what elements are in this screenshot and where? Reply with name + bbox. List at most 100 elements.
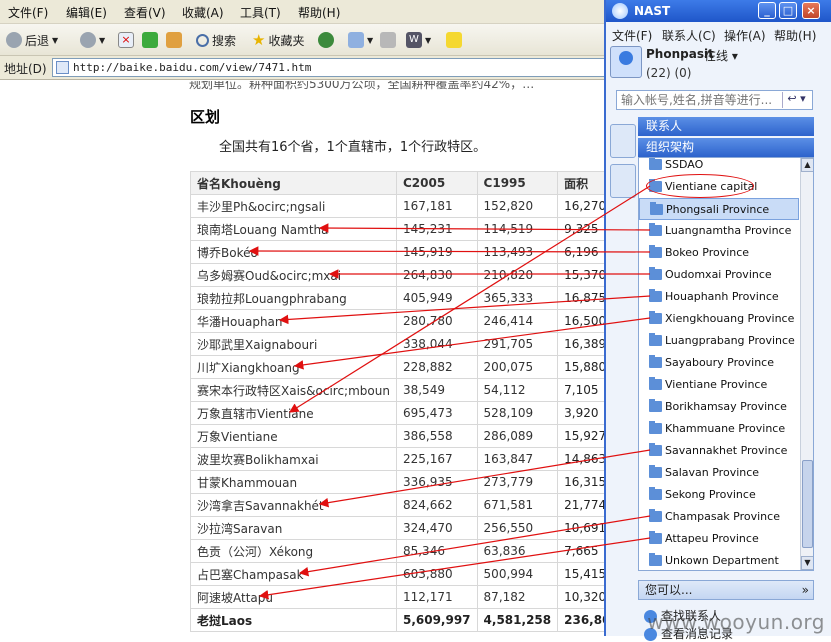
col-header-c1995: C1995 — [476, 171, 559, 195]
forward-button[interactable]: ▼ — [80, 30, 105, 50]
user-status[interactable]: 在线 ▾ — [704, 47, 738, 64]
value-cell: 528,109 — [476, 401, 559, 425]
tree-item[interactable]: Sekong Province — [639, 484, 799, 506]
folder-icon — [649, 509, 662, 522]
menu-favorites[interactable]: 收藏(A) — [182, 4, 224, 21]
menu-edit[interactable]: 编辑(E) — [66, 4, 107, 21]
value-cell: 695,473 — [395, 401, 478, 425]
tree-item[interactable]: Oudomxai Province — [639, 264, 799, 286]
section-org-structure[interactable]: 组织架构 — [638, 138, 814, 157]
maximize-button[interactable]: □ — [779, 2, 797, 19]
avatar[interactable] — [610, 46, 642, 78]
phone-tab-icon[interactable] — [610, 164, 636, 198]
table-row: 万象直辖市Vientiane 695,473 528,109 3,920 — [190, 401, 604, 425]
table-row: 阿速坡Attapu 112,171 87,182 10,320 — [190, 585, 604, 609]
table-row: 色贡（公河）Xékong 85,346 63,836 7,665 — [190, 539, 604, 563]
message-counts[interactable]: (22) (0) — [646, 66, 691, 80]
tree-item[interactable]: Luangprabang Province — [639, 330, 799, 352]
note-icon — [446, 32, 462, 48]
page-icon — [56, 61, 69, 74]
you-can-panel[interactable]: 您可以... » — [638, 580, 814, 600]
web-page: 规划单位。耕种面积约5300万公顷，全国耕种覆盖率约42%，… 区划 全国共有1… — [0, 81, 604, 636]
contact-search-input[interactable] — [617, 91, 777, 109]
print-button[interactable] — [380, 30, 396, 50]
folder-icon — [649, 377, 662, 390]
nast-im-window: NAST _ □ × 文件(F) 联系人(C) 操作(A) 帮助(H) Phon… — [604, 0, 831, 641]
folder-icon — [649, 421, 662, 434]
menu-tools[interactable]: 工具(T) — [240, 4, 281, 21]
chevron-double-icon: » — [801, 583, 809, 597]
tree-item[interactable]: Champasak Province — [639, 506, 799, 528]
im-menubar: 文件(F) 联系人(C) 操作(A) 帮助(H) — [606, 24, 831, 44]
edit-icon: W — [406, 32, 422, 48]
im-menu-contacts[interactable]: 联系人(C) — [662, 27, 716, 44]
folder-icon — [649, 245, 662, 258]
value-cell: 16,315 — [557, 470, 604, 494]
menu-help[interactable]: 帮助(H) — [298, 4, 340, 21]
tree-item[interactable]: Savannakhet Province — [639, 440, 799, 462]
tree-item[interactable]: Sayaboury Province — [639, 352, 799, 374]
table-row: 占巴塞Champasak 603,880 500,994 15,415 — [190, 562, 604, 586]
value-cell: 824,662 — [395, 493, 478, 517]
im-titlebar: NAST _ □ × — [606, 0, 831, 22]
scroll-down-icon[interactable]: ▼ — [801, 556, 813, 570]
note-button[interactable] — [446, 30, 462, 50]
section-contacts[interactable]: 联系人 — [638, 117, 814, 136]
tree-item[interactable]: Attapeu Province — [639, 528, 799, 550]
tree-scrollbar[interactable]: ▲ ▼ — [800, 158, 813, 570]
table-row: 波里坎赛Bolikhamxai 225,167 163,847 14,863 — [190, 447, 604, 471]
history-button[interactable] — [318, 30, 334, 50]
table-row: 甘蒙Khammouan 336,935 273,779 16,315 — [190, 470, 604, 494]
minimize-button[interactable]: _ — [758, 2, 776, 19]
tree-item[interactable]: Bokeo Province — [639, 242, 799, 264]
address-input[interactable]: http://baike.baidu.com/view/7471.htm — [52, 58, 612, 77]
im-menu-help[interactable]: 帮助(H) — [774, 27, 816, 44]
province-name-cell: 乌多姆赛Oud&ocirc;mxai — [190, 263, 397, 287]
search-go-icon[interactable]: ↩ ▾ — [782, 92, 810, 108]
tree-item[interactable]: Unkown Department — [639, 550, 799, 570]
back-label: 后退 — [25, 33, 50, 48]
refresh-button[interactable] — [142, 30, 158, 50]
value-cell: 167,181 — [395, 194, 478, 218]
favorites-button[interactable]: ★ 收藏夹 — [252, 30, 304, 50]
edit-button[interactable]: W ▼ — [406, 30, 431, 50]
im-menu-actions[interactable]: 操作(A) — [724, 27, 766, 44]
im-side-tabs — [608, 116, 638, 516]
table-total-row: 老挝Laos5,609,9974,581,258236,800 — [190, 608, 604, 632]
im-menu-file[interactable]: 文件(F) — [612, 27, 652, 44]
tree-item[interactable]: SSDAO — [639, 158, 799, 176]
search-button[interactable]: 搜索 — [196, 30, 236, 50]
tree-item[interactable]: Vientiane Province — [639, 374, 799, 396]
province-table: 省名Khouèng C2005 C1995 面积 丰沙里Ph&ocirc;ngs… — [190, 171, 604, 632]
table-header-row: 省名Khouèng C2005 C1995 面积 — [190, 171, 604, 195]
contacts-tab-icon[interactable] — [610, 124, 636, 158]
tree-item-label: Champasak Province — [665, 510, 780, 523]
tree-item[interactable]: Phongsali Province — [639, 198, 799, 220]
tree-item[interactable]: Luangnamtha Province — [639, 220, 799, 242]
tree-item-label: Phongsali Province — [666, 203, 770, 216]
menu-view[interactable]: 查看(V) — [124, 4, 166, 21]
im-user-panel: Phonpasit 在线 ▾ (22) (0) — [606, 44, 831, 86]
tree-item-label: Salavan Province — [665, 466, 760, 479]
folder-icon — [650, 202, 663, 215]
scroll-thumb[interactable] — [802, 460, 813, 548]
tree-item[interactable]: Xiengkhouang Province — [639, 308, 799, 330]
mail-button[interactable]: ▼ — [348, 30, 373, 50]
province-name-cell: 万象直辖市Vientiane — [190, 401, 397, 425]
tree-item[interactable]: Khammuane Province — [639, 418, 799, 440]
home-button[interactable] — [166, 30, 182, 50]
col-header-name: 省名Khouèng — [190, 171, 397, 195]
value-cell: 163,847 — [476, 447, 559, 471]
tree-item[interactable]: Salavan Province — [639, 462, 799, 484]
value-cell: 16,389 — [557, 332, 604, 356]
stop-button[interactable]: × — [118, 30, 134, 50]
org-tree: SSDAO Vientiane capital Phongsali Province… — [638, 157, 814, 571]
close-button[interactable]: × — [802, 2, 820, 19]
value-cell: 87,182 — [476, 585, 559, 609]
section-intro: 全国共有16个省，1个直辖市，1个行政特区。 — [219, 140, 487, 155]
tree-item[interactable]: Houaphanh Province — [639, 286, 799, 308]
scroll-up-icon[interactable]: ▲ — [801, 158, 813, 172]
back-button[interactable]: 后退 ▼ — [6, 30, 58, 50]
tree-item[interactable]: Borikhamsay Province — [639, 396, 799, 418]
menu-file[interactable]: 文件(F) — [8, 4, 48, 21]
